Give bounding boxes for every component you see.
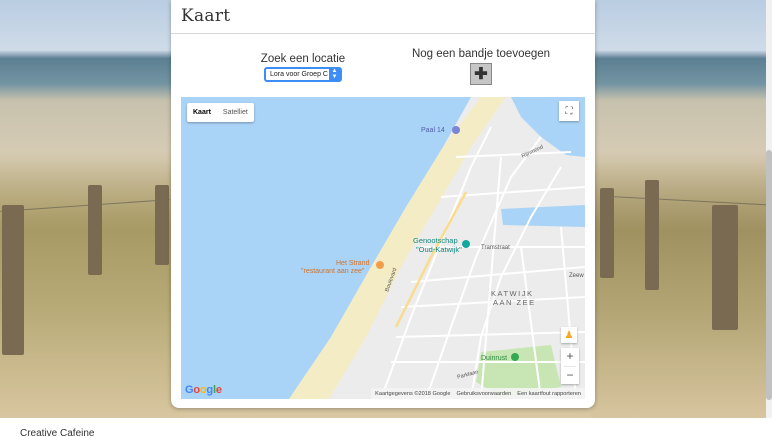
terms-link[interactable]: Gebruiksvoorwaarden xyxy=(457,391,512,397)
pegman-icon: ♟ xyxy=(564,329,574,341)
map-label-strand: Het Strand xyxy=(336,260,370,267)
plus-icon: ✚ xyxy=(474,66,488,83)
zoom-out-button[interactable]: − xyxy=(561,367,579,385)
zoom-in-button[interactable]: + xyxy=(561,348,579,366)
map-canvas xyxy=(289,97,585,399)
fence-post xyxy=(88,185,102,275)
fullscreen-icon: ⛶ xyxy=(565,105,573,117)
map-label-zeew: Zeew xyxy=(569,273,584,279)
google-map[interactable]: Paal 14 Genootschap "Oud-Katwijk" Het St… xyxy=(181,97,585,399)
report-error-link[interactable]: Een kaartfout rapporteren xyxy=(517,391,581,397)
map-type-control: Kaart Satelliet xyxy=(187,103,254,122)
map-type-satelliet[interactable]: Satelliet xyxy=(217,103,254,122)
map-controls: Zoek een locatie Lora voor Groep C ▲ ▼ No… xyxy=(171,48,595,88)
map-label-tramstraat: Tramstraat xyxy=(481,245,510,251)
fence-post xyxy=(2,205,24,355)
location-select[interactable]: Lora voor Groep C ▲ ▼ xyxy=(264,67,342,82)
map-data-credit: Kaartgegevens ©2018 Google xyxy=(375,390,451,397)
street-view-button[interactable]: ♟ xyxy=(561,327,577,343)
park-marker-icon[interactable] xyxy=(511,353,519,361)
scrollbar-thumb[interactable] xyxy=(766,150,772,400)
add-band-label: Nog een bandje toevoegen xyxy=(411,48,551,60)
fence-post xyxy=(155,185,169,265)
fence-post xyxy=(712,205,738,330)
map-label-strand-sub: "restaurant aan zee" xyxy=(301,268,365,275)
card-header: Kaart xyxy=(171,0,595,34)
location-select-value: Lora voor Groep C xyxy=(270,71,328,78)
map-card: Kaart Zoek een locatie Lora voor Groep C… xyxy=(171,0,595,408)
fullscreen-button[interactable]: ⛶ xyxy=(559,101,579,121)
fence-post xyxy=(600,188,614,278)
map-label-katwijk: KATWIJK xyxy=(491,289,534,298)
map-label-paal14: Paal 14 xyxy=(421,127,445,134)
dune-grass-right xyxy=(591,150,766,418)
map-label-aanzee: AAN ZEE xyxy=(493,298,536,307)
card-title: Kaart xyxy=(181,6,231,26)
add-band-control: Nog een bandje toevoegen ✚ xyxy=(401,48,561,85)
fence-post xyxy=(645,180,659,290)
footer-text: Creative Cafeine xyxy=(20,428,95,437)
add-band-button[interactable]: ✚ xyxy=(470,63,492,85)
google-logo[interactable]: Google xyxy=(185,384,222,396)
location-label: Zoek een locatie xyxy=(260,53,346,65)
map-type-kaart[interactable]: Kaart xyxy=(187,103,217,122)
location-control: Zoek een locatie Lora voor Groep C ▲ ▼ xyxy=(233,53,373,82)
map-label-genootschap-sub: "Oud-Katwijk" xyxy=(416,245,462,254)
restaurant-marker-icon[interactable] xyxy=(376,261,384,269)
map-label-genootschap: Genootschap xyxy=(413,236,458,245)
page-scrollbar[interactable] xyxy=(766,0,772,418)
paal14-marker-icon[interactable] xyxy=(452,126,460,134)
map-label-duinrust: Duinrust xyxy=(481,355,508,362)
map-attribution: Kaartgegevens ©2018 Google Gebruiksvoorw… xyxy=(371,388,585,399)
select-arrows-icon: ▲ ▼ xyxy=(329,68,340,80)
zoom-control: + − xyxy=(561,348,579,384)
museum-marker-icon[interactable] xyxy=(462,240,470,248)
